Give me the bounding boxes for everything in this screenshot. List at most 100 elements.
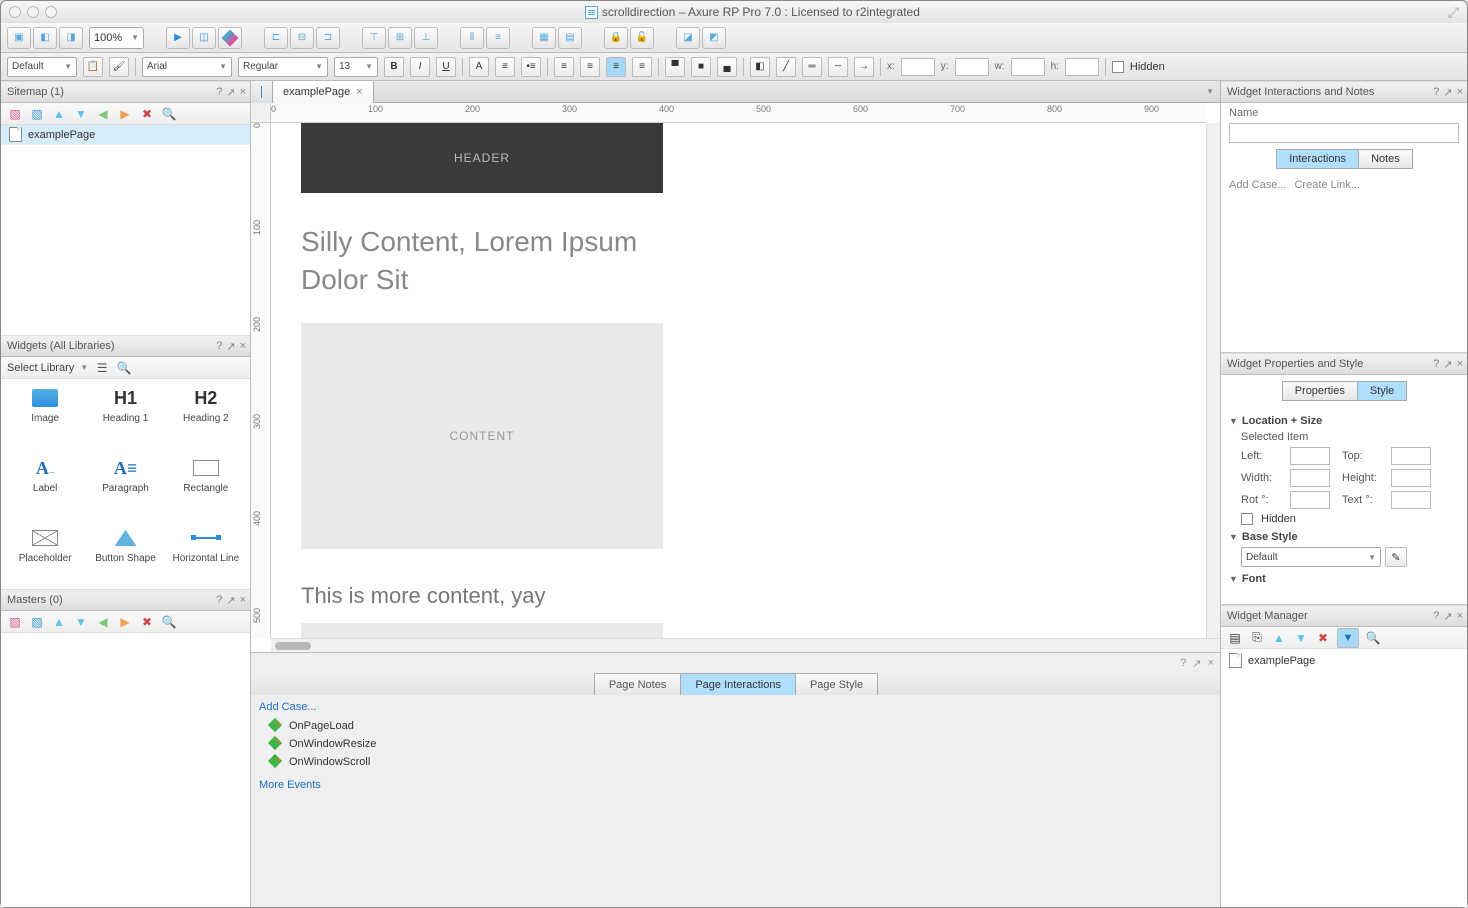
height-input[interactable] xyxy=(1391,469,1431,487)
share-icon[interactable]: ◫ xyxy=(192,27,216,49)
create-link[interactable]: Create Link... xyxy=(1294,179,1359,191)
canvas-content2-widget[interactable] xyxy=(301,623,663,638)
close-panel-icon[interactable]: × xyxy=(1457,358,1463,371)
location-size-section[interactable]: ▼Location + Size xyxy=(1229,415,1459,427)
base-style-section[interactable]: ▼Base Style xyxy=(1229,531,1459,543)
tab-page-style[interactable]: Page Style xyxy=(795,673,878,695)
align-left-icon[interactable]: ⊏ xyxy=(264,27,288,49)
tab-interactions[interactable]: Interactions xyxy=(1276,149,1359,169)
widget-horizontal-line[interactable]: Horizontal Line xyxy=(170,527,242,589)
help-icon[interactable]: ? xyxy=(216,86,222,99)
close-panel-icon[interactable]: × xyxy=(1457,86,1463,99)
bullets-icon[interactable]: •≡ xyxy=(521,57,541,77)
h-input[interactable] xyxy=(1065,58,1099,76)
add-folder-icon[interactable]: ▧ xyxy=(29,614,45,630)
help-icon[interactable]: ? xyxy=(216,594,222,607)
canvas-header-widget[interactable]: HEADER xyxy=(301,123,663,193)
close-panel-icon[interactable]: × xyxy=(240,340,246,353)
event-item[interactable]: OnWindowResize xyxy=(269,735,1212,753)
font-weight-dropdown[interactable]: Regular▼ xyxy=(238,57,328,77)
align-top-icon[interactable]: ⊤ xyxy=(362,27,386,49)
move-up-icon[interactable]: ▲ xyxy=(1271,630,1287,646)
tab-overflow-icon[interactable]: ▼ xyxy=(1200,87,1220,96)
event-item[interactable]: OnPageLoad xyxy=(269,717,1212,735)
arrow-icon[interactable]: → xyxy=(854,57,874,77)
popout-icon[interactable]: ↗ xyxy=(226,86,235,99)
delete-page-icon[interactable]: ✖ xyxy=(139,106,155,122)
sitemap-item[interactable]: examplePage xyxy=(1,125,250,145)
hidden-checkbox[interactable] xyxy=(1112,61,1124,73)
widget-placeholder[interactable]: Placeholder xyxy=(9,527,81,589)
indent-icon[interactable]: ▶ xyxy=(117,106,133,122)
align-middle-icon[interactable]: ⊞ xyxy=(388,27,412,49)
zoom-window-icon[interactable] xyxy=(45,6,57,18)
tab-page-notes[interactable]: Page Notes xyxy=(594,673,681,695)
vertical-scrollbar[interactable] xyxy=(1206,123,1220,638)
lock-icon[interactable]: 🔒 xyxy=(604,27,628,49)
add-case-link[interactable]: Add Case... xyxy=(1229,179,1286,191)
widget-image[interactable]: Image xyxy=(9,387,81,449)
filter-icon[interactable]: ▼ xyxy=(1337,628,1359,648)
tab-page-interactions[interactable]: Page Interactions xyxy=(680,673,796,695)
select-tool-icon[interactable]: ▣ xyxy=(7,27,31,49)
close-window-icon[interactable] xyxy=(9,6,21,18)
widget-label[interactable]: A_Label xyxy=(9,457,81,519)
canvas[interactable]: HEADER Silly Content, Lorem Ipsum Dolor … xyxy=(271,123,1206,638)
select-contained-icon[interactable]: ◨ xyxy=(59,27,83,49)
move-up-icon[interactable]: ▲ xyxy=(51,106,67,122)
text-rot-input[interactable] xyxy=(1391,491,1431,509)
close-tab-icon[interactable]: × xyxy=(356,86,362,98)
popout-icon[interactable]: ↗ xyxy=(1443,610,1452,623)
move-up-icon[interactable]: ▲ xyxy=(51,614,67,630)
ungroup-icon[interactable]: ▤ xyxy=(558,27,582,49)
widget-rectangle[interactable]: Rectangle xyxy=(170,457,242,519)
canvas-content-widget[interactable]: CONTENT xyxy=(301,323,663,549)
more-events-link[interactable]: More Events xyxy=(259,779,321,791)
name-input[interactable] xyxy=(1229,123,1459,143)
canvas-heading-widget[interactable]: Silly Content, Lorem Ipsum Dolor Sit xyxy=(301,223,681,299)
copy-icon[interactable]: ⎘ xyxy=(1249,630,1265,646)
add-master-icon[interactable]: ▧ xyxy=(7,614,23,630)
move-down-icon[interactable]: ▼ xyxy=(73,106,89,122)
help-icon[interactable]: ? xyxy=(1433,86,1439,99)
canvas-subheading-widget[interactable]: This is more content, yay xyxy=(301,583,546,609)
tab-properties[interactable]: Properties xyxy=(1282,381,1358,401)
italic-icon[interactable]: I xyxy=(410,57,430,77)
popout-icon[interactable]: ↗ xyxy=(226,340,235,353)
paste-style-icon[interactable]: 🖌 xyxy=(109,57,129,77)
base-style-dropdown[interactable]: Default▼ xyxy=(1241,547,1381,567)
text-align-left-icon[interactable]: ≡ xyxy=(554,57,574,77)
widget-button-shape[interactable]: Button Shape xyxy=(89,527,161,589)
group-icon[interactable]: ▦ xyxy=(532,27,556,49)
popout-icon[interactable]: ↗ xyxy=(226,594,235,607)
preview-icon[interactable]: ▶ xyxy=(166,27,190,49)
line-style-icon[interactable]: ┄ xyxy=(828,57,848,77)
unlock-icon[interactable]: 🔓 xyxy=(630,27,654,49)
close-panel-icon[interactable]: × xyxy=(240,86,246,99)
list-view-icon[interactable]: ☰ xyxy=(94,360,110,376)
fullscreen-icon[interactable]: ⤢ xyxy=(1448,4,1459,21)
text-align-center-icon[interactable]: ≡ xyxy=(580,57,600,77)
text-color-icon[interactable]: A xyxy=(469,57,489,77)
add-folder-icon[interactable]: ▧ xyxy=(29,106,45,122)
search-icon[interactable]: 🔍 xyxy=(161,614,177,630)
popout-icon[interactable]: ↗ xyxy=(1443,86,1452,99)
text-align-justify-icon[interactable]: ≡ xyxy=(632,57,652,77)
hidden-checkbox[interactable] xyxy=(1241,513,1253,525)
select-library-label[interactable]: Select Library xyxy=(7,362,74,374)
home-tab[interactable] xyxy=(251,81,273,103)
edit-style-icon[interactable]: ✎ xyxy=(1385,547,1407,567)
left-input[interactable] xyxy=(1290,447,1330,465)
outdent-icon[interactable]: ◀ xyxy=(95,106,111,122)
line-width-icon[interactable]: ═ xyxy=(802,57,822,77)
w-input[interactable] xyxy=(1011,58,1045,76)
rot-input[interactable] xyxy=(1290,491,1330,509)
y-input[interactable] xyxy=(955,58,989,76)
top-input[interactable] xyxy=(1391,447,1431,465)
move-down-icon[interactable]: ▼ xyxy=(1293,630,1309,646)
chevron-down-icon[interactable]: ▼ xyxy=(80,363,88,372)
bold-icon[interactable]: B xyxy=(384,57,404,77)
minimize-window-icon[interactable] xyxy=(27,6,39,18)
underline-icon[interactable]: U xyxy=(436,57,456,77)
copy-style-icon[interactable]: 📋 xyxy=(83,57,103,77)
